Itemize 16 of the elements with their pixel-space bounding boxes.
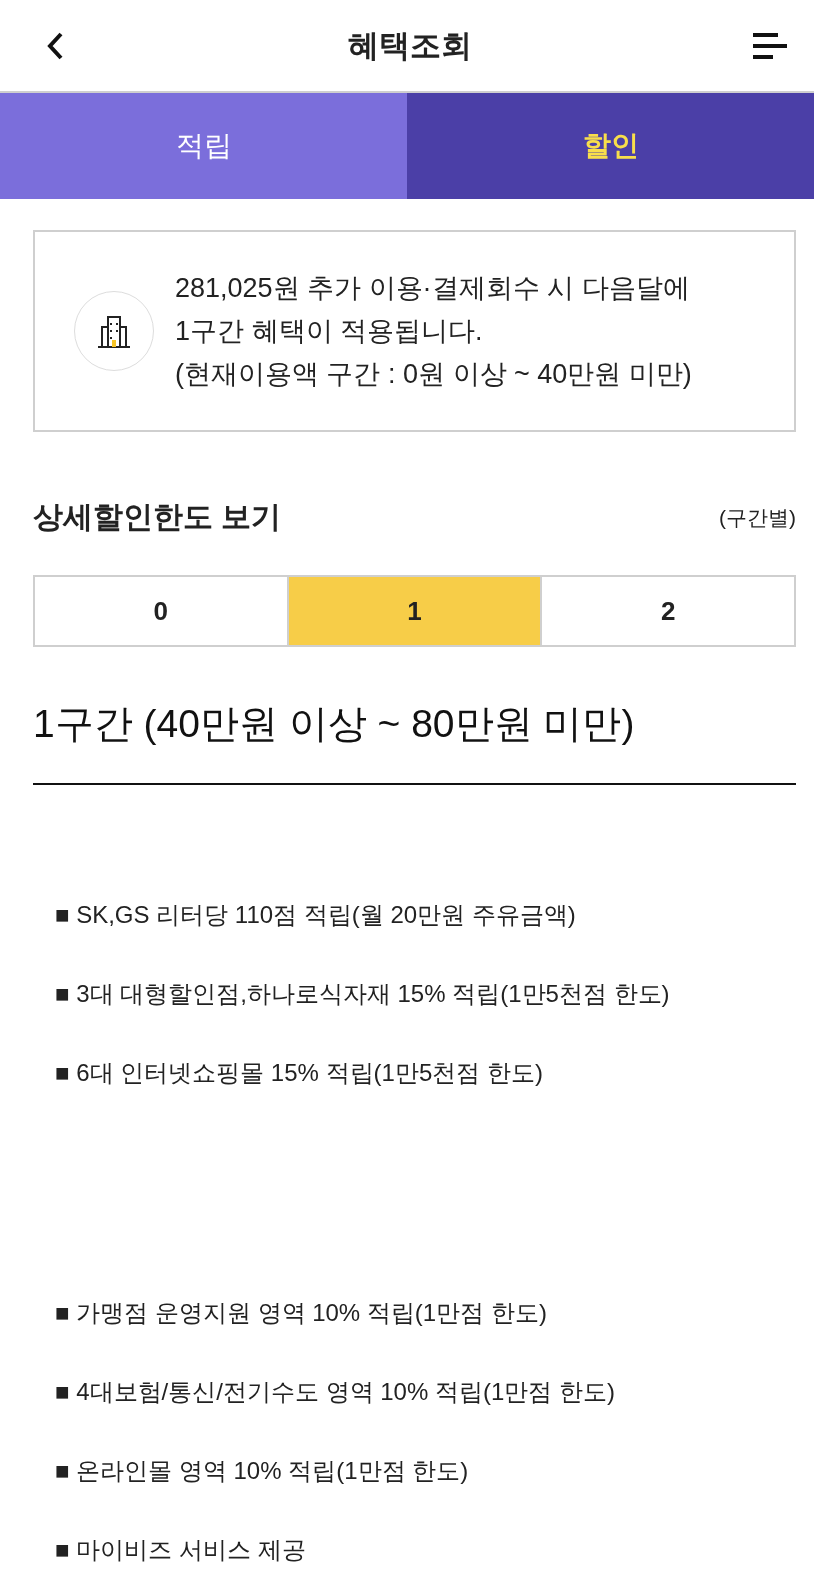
section-note: (구간별)	[719, 506, 796, 528]
benefit-item: ■ 가맹점 운영지원 영역 10% 적립(1만점 한도)	[55, 1300, 547, 1325]
benefit-item: ■ 온라인몰 영역 10% 적립(1만점 한도)	[55, 1458, 469, 1483]
tab[interactable]: 적립	[0, 93, 407, 199]
tab[interactable]: 할인	[407, 93, 814, 199]
menu-icon[interactable]	[753, 31, 787, 60]
benefit-item: ■ 4대보험/통신/전기수도 영역 10% 적립(1만점 한도)	[55, 1379, 615, 1404]
band-title: 1구간 (40만원 이상 ~ 80만원 미만)	[33, 701, 636, 747]
benefit-item: ■ SK,GS 리터당 110점 적립(월 20만원 주유금액)	[55, 902, 576, 927]
page-title: 혜택조회	[348, 30, 472, 61]
band-tab[interactable]: 1	[286, 577, 541, 645]
notice-text: 281,025원 추가 이용·결제회수 시 다음달에 1구간 혜택이 적용됩니다. (현재이용액 구간 : 0원 이상 ~ 40만원 미만)	[175, 271, 692, 391]
benefit-item: ■ 3대 대형할인점,하나로식자재 15% 적립(1만5천점 한도)	[55, 981, 670, 1006]
section-title: 상세할인한도 보기	[33, 502, 282, 532]
benefit-item: ■ 마이비즈 서비스 제공	[55, 1537, 306, 1562]
benefit-item: ■ 6대 인터넷쇼핑몰 15% 적립(1만5천점 한도)	[55, 1060, 543, 1085]
